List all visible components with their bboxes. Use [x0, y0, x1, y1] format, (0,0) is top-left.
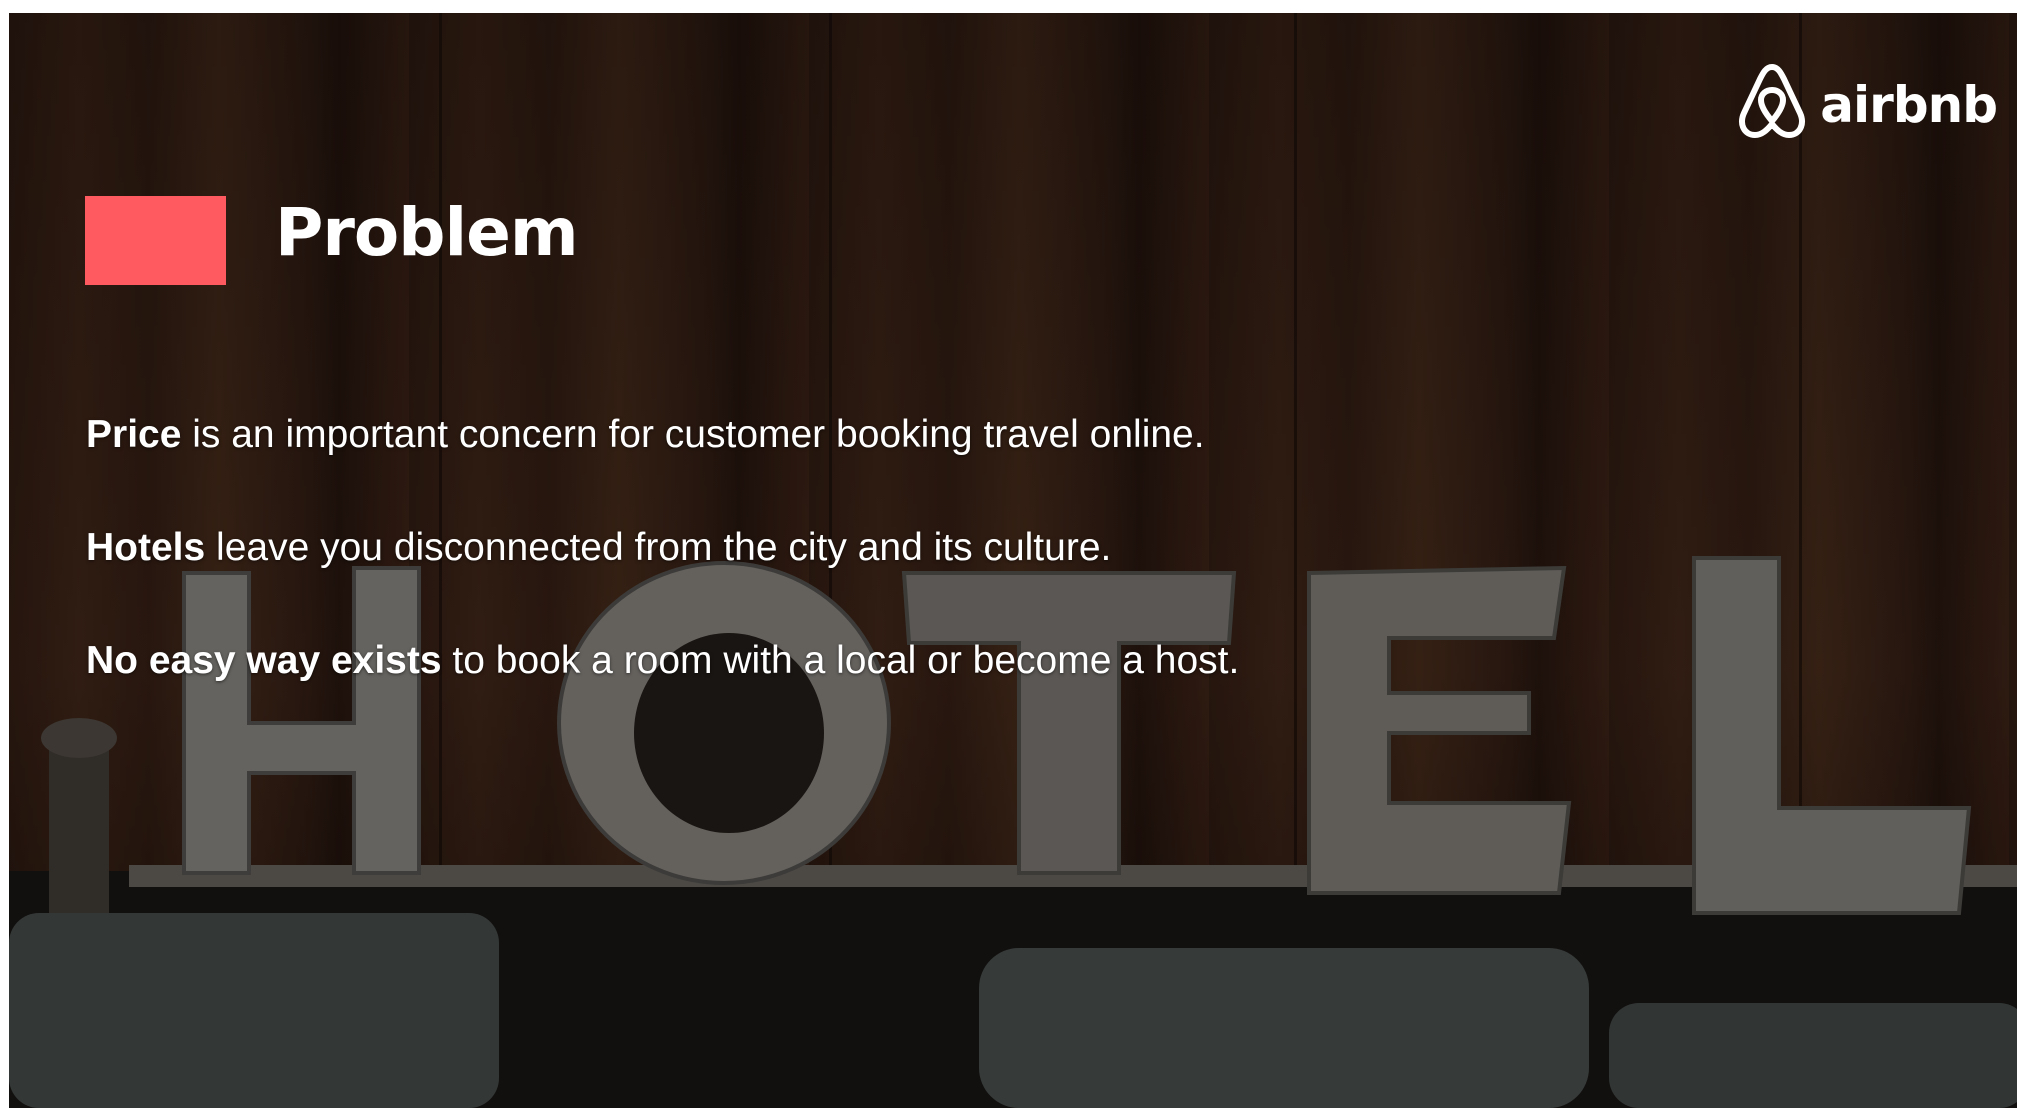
point-text: leave you disconnected from the city and… — [205, 526, 1112, 569]
problem-points: Price is an important concern for custom… — [86, 411, 1239, 750]
logo-text: airbnb — [1820, 75, 1998, 134]
point-keyword: Price — [86, 413, 182, 456]
problem-point: Price is an important concern for custom… — [86, 411, 1239, 459]
point-keyword: Hotels — [86, 526, 206, 569]
point-text: to book a room with a local or become a … — [441, 639, 1240, 682]
accent-block — [85, 196, 226, 285]
problem-point: Hotels leave you disconnected from the c… — [86, 524, 1239, 572]
airbnb-belo-icon — [1736, 63, 1808, 146]
point-keyword: No easy way exists — [86, 639, 442, 682]
point-text: is an important concern for customer boo… — [181, 413, 1205, 456]
airbnb-logo: airbnb — [1736, 63, 1998, 146]
slide-title: Problem — [275, 194, 579, 271]
problem-point: No easy way exists to book a room with a… — [86, 637, 1239, 685]
slide: airbnb Problem Price is an important con… — [9, 13, 2017, 1108]
